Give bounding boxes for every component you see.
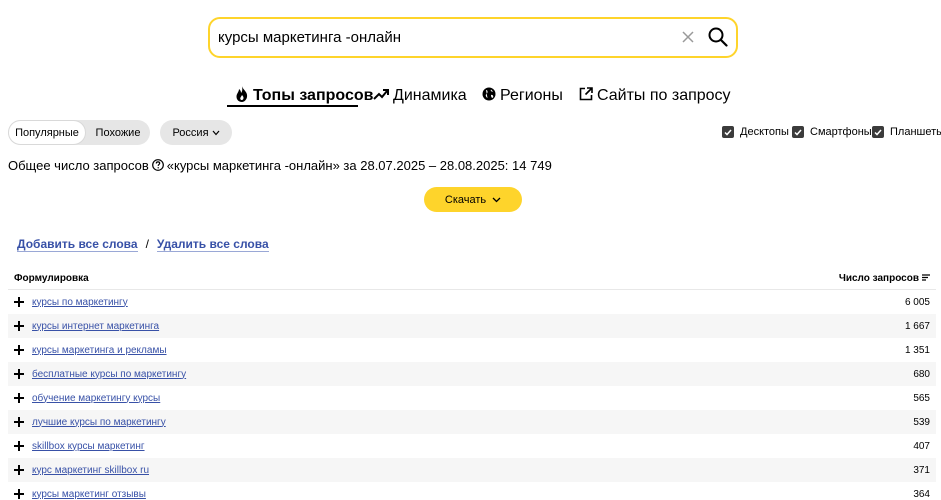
- chevron-down-icon: [209, 127, 220, 139]
- column-phrase: Формулировка: [14, 273, 89, 284]
- table-row: курс маркетинг skillbox ru 371: [8, 458, 936, 482]
- search-box: [208, 17, 738, 58]
- summary-query: «курсы маркетинга -онлайн» за 28.07.2025…: [166, 157, 552, 173]
- table-row: обучение маркетингу курсы 565: [8, 386, 936, 410]
- checkbox-checked-icon: [792, 126, 804, 138]
- download-button[interactable]: Скачать: [424, 187, 522, 212]
- device-label: Смартфоны: [810, 126, 872, 138]
- plus-icon[interactable]: [14, 321, 24, 331]
- tab-label: Динамика: [393, 87, 467, 104]
- search-icon[interactable]: [706, 25, 730, 49]
- plus-icon[interactable]: [14, 441, 24, 451]
- table-row: лучшие курсы по маркетингу 539: [8, 410, 936, 434]
- remove-all-words-link[interactable]: Удалить все слова: [156, 237, 269, 252]
- table-row: курсы по маркетингу 6 005: [8, 290, 936, 314]
- tab-label: Сайты по запросу: [597, 87, 731, 104]
- table-row: курсы маркетинга и рекламы 1 351: [8, 338, 936, 362]
- device-tablet-checkbox[interactable]: Планшеты: [872, 124, 941, 140]
- query-count: 371: [913, 464, 930, 476]
- plus-icon[interactable]: [14, 345, 24, 355]
- tab-label: Топы запросов: [253, 87, 374, 104]
- plus-icon[interactable]: [14, 393, 24, 403]
- table-row: курсы маркетинг отзывы 364: [8, 482, 936, 500]
- tab-regions[interactable]: Регионы: [482, 84, 563, 108]
- summary-label: Общее число запросов: [8, 157, 149, 173]
- tab-label: Регионы: [500, 87, 563, 104]
- column-count: Число запросов: [838, 273, 919, 284]
- phrase-link[interactable]: skillbox курсы маркетинг: [32, 441, 145, 452]
- phrase-link[interactable]: курсы маркетинга и рекламы: [32, 345, 167, 356]
- tab-sites[interactable]: Сайты по запросу: [579, 84, 731, 108]
- query-count: 539: [913, 416, 930, 428]
- clear-icon[interactable]: [678, 27, 698, 47]
- plus-icon[interactable]: [14, 465, 24, 475]
- table-row: skillbox курсы маркетинг 407: [8, 434, 936, 458]
- phrase-link[interactable]: обучение маркетингу курсы: [32, 393, 160, 404]
- phrase-link[interactable]: бесплатные курсы по маркетингу: [32, 369, 186, 380]
- search-input[interactable]: [218, 19, 668, 56]
- globe-icon: [482, 87, 500, 106]
- plus-icon[interactable]: [14, 417, 24, 427]
- checkbox-checked-icon: [722, 126, 734, 138]
- query-count: 407: [913, 440, 930, 452]
- query-type-switch: Популярные Похожие: [8, 120, 150, 145]
- table-header: Формулировка Число запросов: [8, 268, 936, 290]
- download-label: Скачать: [444, 193, 487, 206]
- sort-icon: [919, 273, 930, 284]
- table-body: курсы по маркетингу 6 005 курсы интернет…: [8, 290, 936, 500]
- region-dropdown[interactable]: Россия: [160, 120, 232, 145]
- plus-icon[interactable]: [14, 297, 24, 307]
- page: Топы запросов Динамика Регионы Сайты по …: [0, 0, 941, 500]
- tab-dynamics[interactable]: Динамика: [373, 84, 467, 108]
- segment-popular[interactable]: Популярные: [8, 120, 86, 145]
- fire-icon: [235, 85, 253, 107]
- plus-icon[interactable]: [14, 489, 24, 499]
- chevron-down-icon: [486, 194, 501, 206]
- help-icon[interactable]: [151, 159, 164, 171]
- phrase-link[interactable]: курс маркетинг skillbox ru: [32, 465, 149, 476]
- query-count: 565: [913, 392, 930, 404]
- query-count: 6 005: [904, 296, 930, 308]
- table-row: курсы интернет маркетинга 1 667: [8, 314, 936, 338]
- external-link-icon: [579, 86, 597, 106]
- table-row: бесплатные курсы по маркетингу 680: [8, 362, 936, 386]
- phrase-link[interactable]: курсы по маркетингу: [32, 297, 128, 308]
- active-tab-indicator: [227, 105, 358, 107]
- phrase-link[interactable]: лучшие курсы по маркетингу: [32, 417, 166, 428]
- query-count: 1 351: [904, 344, 930, 356]
- plus-icon[interactable]: [14, 369, 24, 379]
- total-queries-summary: Общее число запросов «курсы маркетинга -…: [8, 156, 552, 174]
- word-actions: Добавить все слова / Удалить все слова: [17, 237, 269, 253]
- segment-similar[interactable]: Похожие: [86, 120, 150, 145]
- device-label: Десктопы: [740, 126, 789, 138]
- separator: /: [145, 237, 149, 251]
- device-label: Планшеты: [890, 126, 941, 138]
- query-count: 1 667: [904, 320, 930, 332]
- phrase-link[interactable]: курсы маркетинг отзывы: [32, 489, 146, 500]
- query-count: 364: [913, 488, 930, 500]
- phrase-link[interactable]: курсы интернет маркетинга: [32, 321, 159, 332]
- add-all-words-link[interactable]: Добавить все слова: [17, 237, 138, 252]
- region-label: Россия: [172, 126, 209, 139]
- column-count-sort[interactable]: Число запросов: [839, 273, 930, 284]
- trend-icon: [373, 87, 393, 106]
- device-smartphone-checkbox[interactable]: Смартфоны: [792, 124, 872, 140]
- device-desktop-checkbox[interactable]: Десктопы: [722, 124, 789, 140]
- queries-table: Формулировка Число запросов курсы по мар…: [8, 268, 936, 500]
- query-count: 680: [913, 368, 930, 380]
- checkbox-checked-icon: [872, 126, 884, 138]
